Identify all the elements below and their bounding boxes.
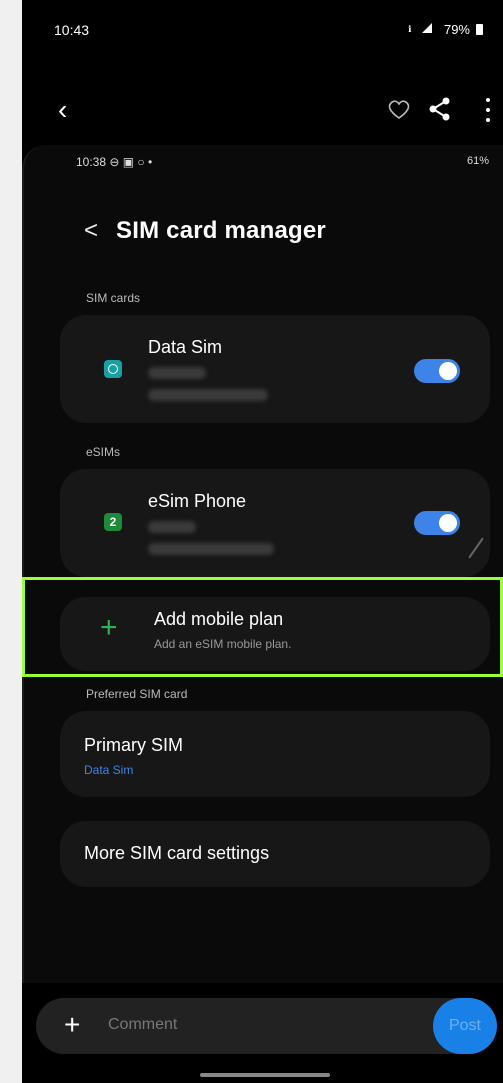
battery-icon: [476, 24, 483, 35]
inner-status-bar: 10:38 ⊖ ▣ ○ • 61%: [76, 155, 489, 169]
sim-name: Data Sim: [148, 337, 223, 357]
more-settings-title: More SIM card settings: [84, 843, 270, 863]
post-button[interactable]: Post: [433, 998, 497, 1054]
shared-screenshot: 10:38 ⊖ ▣ ○ • 61% < SIM card manager SIM…: [22, 145, 503, 983]
more-options-icon[interactable]: [485, 98, 491, 122]
status-time: 10:43: [54, 22, 90, 38]
primary-sim-title: Primary SIM: [84, 735, 183, 755]
inner-status-time: 10:38: [76, 155, 107, 169]
redacted-number: [148, 521, 196, 533]
comment-bar[interactable]: + Comment Post: [36, 998, 497, 1054]
home-indicator: [200, 1073, 330, 1077]
globe-sim-icon: [104, 360, 122, 378]
status-right: ℹ 79%: [408, 22, 483, 37]
sim-card-item[interactable]: Data Sim: [60, 315, 490, 423]
svg-text:ℹ: ℹ: [408, 25, 412, 34]
page-header: < SIM card manager: [84, 217, 326, 245]
esim-item[interactable]: 2 eSim Phone: [60, 469, 490, 577]
esim-toggle[interactable]: [414, 511, 460, 535]
inner-status-icons: ⊖ ▣ ○ •: [109, 155, 153, 169]
battery-percent: 79%: [443, 22, 470, 37]
section-label-preferred: Preferred SIM card: [86, 687, 188, 701]
sim-toggle[interactable]: [414, 359, 460, 383]
signal-icon: ℹ: [408, 22, 438, 37]
chevron-left-icon[interactable]: <: [84, 217, 98, 245]
section-label-sim-cards: SIM cards: [86, 291, 141, 305]
sim-slot-2-icon: 2: [104, 513, 122, 531]
share-icon[interactable]: [427, 96, 453, 122]
phone-screen: 10:43 ℹ 79% ‹ 10:38 ⊖ ▣ ○ • 61% < SIM ca…: [22, 0, 503, 1083]
heart-icon[interactable]: [387, 98, 411, 120]
redacted-number: [148, 367, 206, 379]
highlight-box: [22, 577, 503, 677]
inner-battery-percent: 61%: [466, 155, 489, 167]
more-sim-settings-item[interactable]: More SIM card settings: [60, 821, 490, 887]
page-title: SIM card manager: [116, 217, 326, 244]
section-label-esims: eSIMs: [86, 445, 121, 459]
app-bar: ‹: [22, 88, 503, 132]
esim-name: eSim Phone: [148, 491, 247, 511]
primary-sim-value: Data Sim: [84, 763, 134, 777]
outer-status-bar: 10:43 ℹ 79%: [22, 0, 503, 60]
primary-sim-item[interactable]: Primary SIM Data Sim: [60, 711, 490, 797]
comment-input[interactable]: Comment: [108, 1016, 177, 1034]
back-arrow-icon[interactable]: ‹: [58, 94, 67, 126]
add-attachment-icon[interactable]: +: [64, 1009, 80, 1041]
redacted-carrier: [148, 389, 268, 401]
redacted-carrier: [148, 543, 274, 555]
